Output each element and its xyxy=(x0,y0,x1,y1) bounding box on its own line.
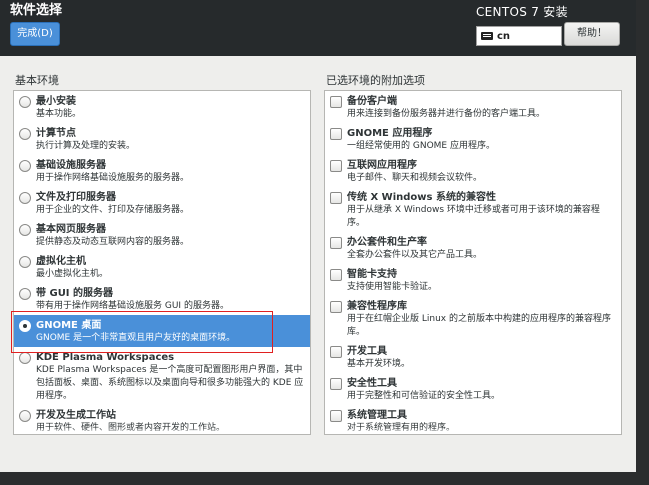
radio-button[interactable] xyxy=(19,160,31,172)
addon-option[interactable]: 开发工具基本开发环境。 xyxy=(325,341,621,373)
checkbox[interactable] xyxy=(330,160,342,172)
option-title: 安全性工具 xyxy=(347,378,397,389)
header-bar: 软件选择 完成(D) CENTOS 7 安装 cn 帮助！ xyxy=(0,0,636,56)
option-description: 支持使用智能卡验证。 xyxy=(347,282,438,292)
radio-button[interactable] xyxy=(19,288,31,300)
environment-option[interactable]: 虚拟化主机最小虚拟化主机。 xyxy=(14,251,310,283)
option-description: 用于操作网络基础设施服务的服务器。 xyxy=(36,173,190,183)
checkbox[interactable] xyxy=(330,378,342,390)
option-description: KDE Plasma Workspaces 是一个高度可配置图形用户界面，其中包… xyxy=(36,365,304,401)
addons-list[interactable]: 备份客户端 用来连接到备份服务器并进行备份的客户端工具。 GNOME 应用程序 一组经… xyxy=(324,90,622,435)
base-environment-list[interactable]: 最小安装基本功能。计算节点执行计算及处理的安装。 基础设施服务器用于操作网络基础设… xyxy=(13,90,311,435)
environment-option[interactable]: 带 GUI 的服务器带有用于操作网络基础设施服务 GUI 的服务器。 xyxy=(14,283,310,315)
option-title: 文件及打印服务器 xyxy=(36,192,116,203)
option-description: 用于在红帽企业版 Linux 的之前版本中构建的应用程序的兼容程序库。 xyxy=(347,314,611,337)
option-title: 最小安装 xyxy=(36,96,76,107)
radio-button[interactable] xyxy=(19,256,31,268)
option-title: 备份客户端 xyxy=(347,96,397,107)
option-description: 用于从继承 X Windows 环境中迁移或者可用于该环境的兼容程序。 xyxy=(347,205,600,228)
radio-button[interactable] xyxy=(19,224,31,236)
keyboard-layout-indicator[interactable]: cn xyxy=(476,26,562,46)
addon-option[interactable]: GNOME 应用程序一组经常使用的 GNOME 应用程序。 xyxy=(325,123,621,155)
option-description: 电子邮件、聊天和视频会议软件。 xyxy=(347,173,483,183)
addon-option[interactable]: 安全性工具用于完整性和可信验证的安全性工具。 xyxy=(325,373,621,405)
option-title: GNOME 桌面 xyxy=(36,320,102,331)
option-description: 提供静态及动态互联网内容的服务器。 xyxy=(36,237,190,247)
radio-button[interactable] xyxy=(19,410,31,422)
option-title: 基本网页服务器 xyxy=(36,224,106,235)
scroll-fade xyxy=(14,428,310,434)
option-title: 办公套件和生产率 xyxy=(347,237,427,248)
addon-option[interactable]: 智能卡支持支持使用智能卡验证。 xyxy=(325,264,621,296)
option-title: 传统 X Windows 系统的兼容性 xyxy=(347,192,496,203)
option-title: 计算节点 xyxy=(36,128,76,139)
option-title: 互联网应用程序 xyxy=(347,160,417,171)
option-description: 执行计算及处理的安装。 xyxy=(36,141,136,151)
option-title: 带 GUI 的服务器 xyxy=(36,288,114,299)
environment-option[interactable]: 文件及打印服务器用于企业的文件、打印及存储服务器。 xyxy=(14,187,310,219)
option-description: 用来连接到备份服务器并进行备份的客户端工具。 xyxy=(347,109,546,119)
option-description: GNOME 是一个非常直观且用户友好的桌面环境。 xyxy=(36,333,236,343)
option-description: 一组经常使用的 GNOME 应用程序。 xyxy=(347,141,495,151)
checkbox[interactable] xyxy=(330,410,342,422)
radio-button[interactable] xyxy=(19,320,31,332)
addon-option[interactable]: 互联网应用程序电子邮件、聊天和视频会议软件。 xyxy=(325,155,621,187)
option-description: 用于完整性和可信验证的安全性工具。 xyxy=(347,391,501,401)
environment-option[interactable]: 最小安装 基本功能。 xyxy=(14,91,310,123)
environment-option[interactable]: 基础设施服务器用于操作网络基础设施服务的服务器。 xyxy=(14,155,310,187)
checkbox[interactable] xyxy=(330,237,342,249)
option-title: 开发工具 xyxy=(347,346,387,357)
checkbox[interactable] xyxy=(330,346,342,358)
environment-option[interactable]: 基本网页服务器提供静态及动态互联网内容的服务器。 xyxy=(14,219,310,251)
base-environment-label: 基本环境 xyxy=(15,74,59,87)
option-description: 用于企业的文件、打印及存储服务器。 xyxy=(36,205,190,215)
checkbox[interactable] xyxy=(330,192,342,204)
page-title: 软件选择 xyxy=(10,3,63,18)
scroll-fade xyxy=(325,428,621,434)
checkbox[interactable] xyxy=(330,301,342,313)
option-title: GNOME 应用程序 xyxy=(347,128,433,139)
option-title: 基础设施服务器 xyxy=(36,160,106,171)
checkbox[interactable] xyxy=(330,269,342,281)
option-description: 带有用于操作网络基础设施服务 GUI 的服务器。 xyxy=(36,301,229,311)
addons-label: 已选环境的附加选项 xyxy=(326,74,425,87)
option-title: 虚拟化主机 xyxy=(36,256,86,267)
environment-option[interactable]: KDE Plasma Workspaces KDE Plasma Workspac… xyxy=(14,347,310,405)
checkbox[interactable] xyxy=(330,96,342,108)
radio-button[interactable] xyxy=(19,192,31,204)
radio-button[interactable] xyxy=(19,352,31,364)
addon-option[interactable]: 备份客户端用来连接到备份服务器并进行备份的客户端工具。 xyxy=(325,91,621,123)
option-description: 基本开发环境。 xyxy=(347,359,411,369)
option-title: KDE Plasma Workspaces xyxy=(36,352,175,363)
option-title: 智能卡支持 xyxy=(347,269,397,280)
option-description: 基本功能。 xyxy=(36,109,82,119)
environment-option[interactable]: GNOME 桌面 GNOME 是一个非常直观且用户友好的桌面环境。 xyxy=(14,315,310,347)
keyboard-icon xyxy=(481,32,493,40)
keyboard-layout-label: cn xyxy=(497,30,511,42)
product-title: CENTOS 7 安装 xyxy=(476,5,568,19)
addon-option[interactable]: 兼容性程序库用于在红帽企业版 Linux 的之前版本中构建的应用程序的兼容程序库… xyxy=(325,296,621,341)
help-button[interactable]: 帮助！ xyxy=(564,22,620,46)
option-title: 系统管理工具 xyxy=(347,410,407,421)
installer-window: 软件选择 完成(D) CENTOS 7 安装 cn 帮助！ 基本环境 已选环境的… xyxy=(0,0,636,472)
radio-button[interactable] xyxy=(19,128,31,140)
radio-button[interactable] xyxy=(19,96,31,108)
addon-option[interactable]: 传统 X Windows 系统的兼容性用于从继承 X Windows 环境中迁移… xyxy=(325,187,621,232)
option-title: 开发及生成工作站 xyxy=(36,410,116,421)
done-button[interactable]: 完成(D) xyxy=(10,22,60,46)
environment-option[interactable]: 计算节点执行计算及处理的安装。 xyxy=(14,123,310,155)
option-description: 全套办公套件以及其它产品工具。 xyxy=(347,250,483,260)
option-description: 最小虚拟化主机。 xyxy=(36,269,109,279)
checkbox[interactable] xyxy=(330,128,342,140)
option-title: 兼容性程序库 xyxy=(347,301,407,312)
addon-option[interactable]: 办公套件和生产率全套办公套件以及其它产品工具。 xyxy=(325,232,621,264)
